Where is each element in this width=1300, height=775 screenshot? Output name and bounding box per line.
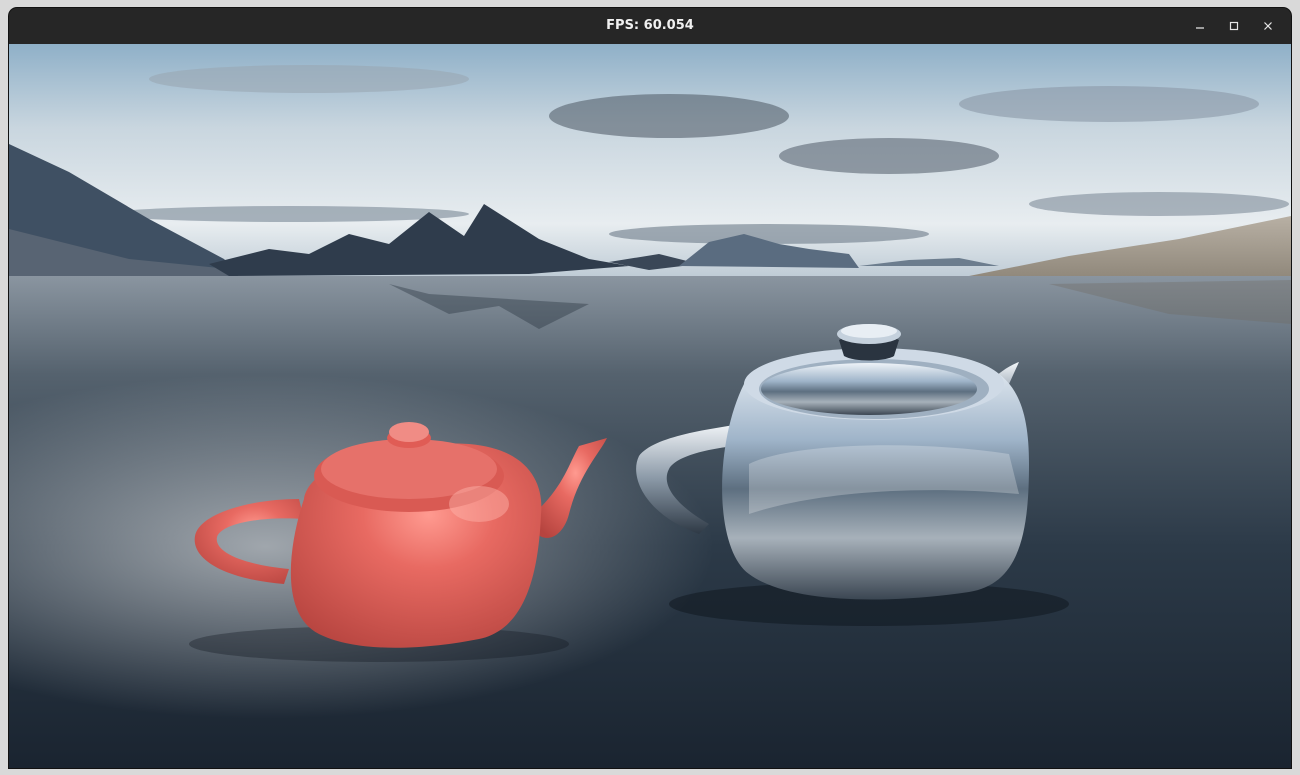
maximize-icon [1229, 21, 1239, 31]
window-title: FPS: 60.054 [606, 18, 694, 33]
title-bar[interactable]: FPS: 60.054 [9, 8, 1291, 44]
close-icon [1264, 22, 1272, 30]
sun-glint [9, 276, 1291, 768]
maximize-button[interactable] [1217, 8, 1251, 44]
scene-canvas [9, 44, 1291, 768]
minimize-icon [1196, 27, 1204, 29]
minimize-button[interactable] [1183, 8, 1217, 44]
window-controls [1183, 8, 1285, 44]
render-viewport[interactable] [9, 44, 1291, 768]
close-button[interactable] [1251, 8, 1285, 44]
app-window: FPS: 60.054 [9, 8, 1291, 768]
